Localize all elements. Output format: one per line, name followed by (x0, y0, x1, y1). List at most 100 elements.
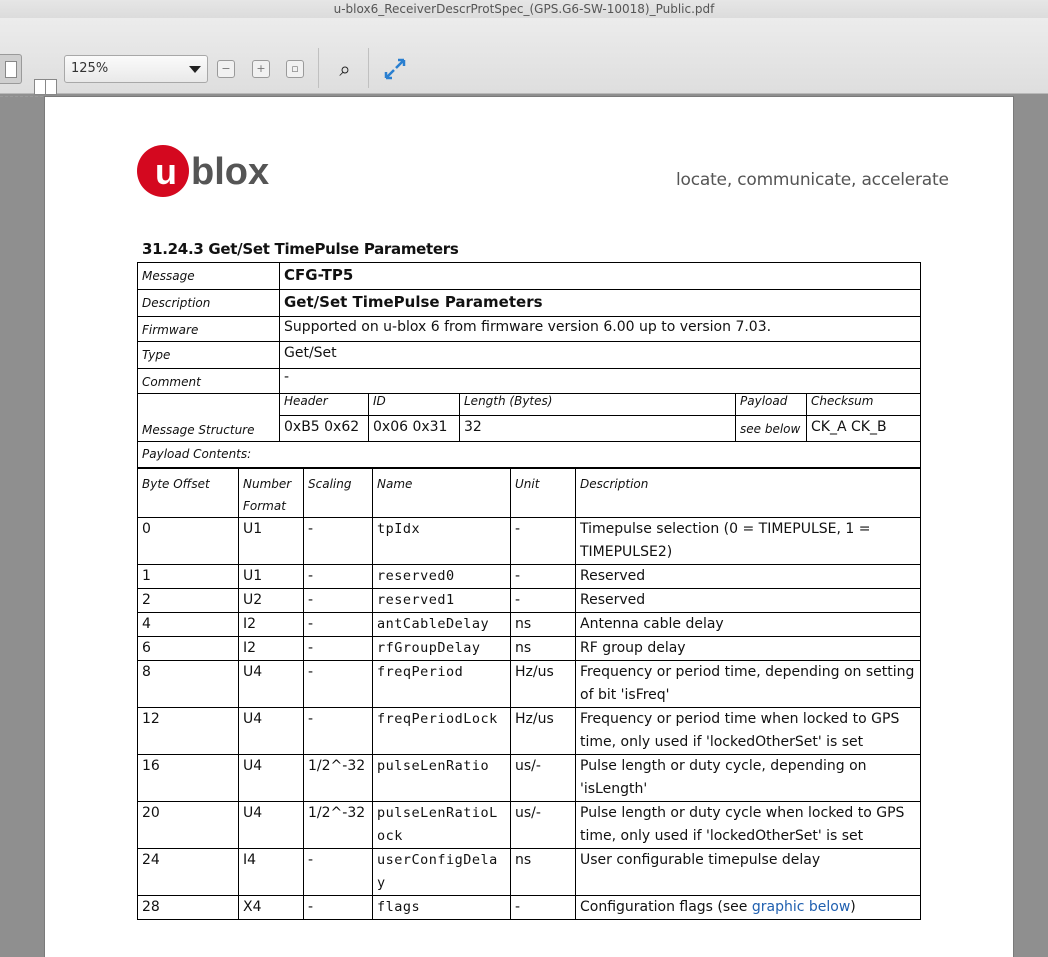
cell-description: Antenna cable delay (575, 612, 921, 637)
col-name: Name (372, 468, 511, 518)
zoom-value: 125% (71, 61, 109, 76)
tagline: locate, communicate, accelerate (676, 170, 949, 190)
page-right-icon (45, 79, 57, 95)
cell-number-format: U4 (238, 660, 304, 708)
cell-number-format: I2 (238, 612, 304, 637)
cell-name: pulseLenRatio (372, 754, 511, 802)
table-row: 0 U1- tpIdx - Timepulse selection (0 = TIMEP… (137, 517, 921, 565)
cell-name: antCableDelay (372, 612, 511, 637)
cell-unit: - (510, 517, 576, 565)
cell-scaling: - (303, 564, 373, 589)
zoom-select[interactable]: 125% (64, 55, 208, 83)
cell-byte-offset: 28 (137, 895, 239, 920)
cell-scaling: - (303, 588, 373, 613)
expand-icon (384, 58, 406, 80)
sidebar-toggle-button[interactable] (0, 54, 22, 84)
table-row: 6 I2- rfGroupDelay ns RF group delay (137, 636, 921, 661)
table-row: 4 I2- antCableDelay ns Antenna cable delay (137, 612, 921, 637)
cell-unit: - (510, 564, 576, 589)
cell-unit: - (510, 588, 576, 613)
cell-description: Pulse length or duty cycle, depending on… (575, 754, 921, 802)
cell-byte-offset: 0 (137, 517, 239, 565)
length-label: Length (Bytes) (459, 393, 736, 416)
checksum-value: CK_A CK_B (806, 415, 921, 442)
type-value: Get/Set (279, 341, 921, 369)
cell-number-format: I2 (238, 636, 304, 661)
cell-description: Reserved (575, 564, 921, 589)
chevron-down-icon (189, 66, 201, 73)
section-title: 31.24.3 Get/Set TimePulse Parameters (142, 240, 459, 258)
cell-description: Frequency or period time, depending on s… (575, 660, 921, 708)
cell-scaling: 1/2^-32 (303, 801, 373, 849)
cell-byte-offset: 12 (137, 707, 239, 755)
cell-number-format: U4 (238, 707, 304, 755)
cell-number-format: U2 (238, 588, 304, 613)
cell-unit: ns (510, 612, 576, 637)
cell-description: Timepulse selection (0 = TIMEPULSE, 1 = … (575, 517, 921, 565)
cell-byte-offset: 16 (137, 754, 239, 802)
col-byte-offset: Byte Offset (137, 468, 239, 518)
cell-description: Configuration flags (see graphic below) (575, 895, 921, 920)
cell-unit: Hz/us (510, 707, 576, 755)
table-row: 8 U4- freqPeriod Hz/us Frequency or period t… (137, 660, 921, 708)
table-row: 2 U2- reserved1- Reserved (137, 588, 921, 613)
cell-scaling: - (303, 612, 373, 637)
cell-unit: us/- (510, 801, 576, 849)
type-label: Type (137, 341, 280, 369)
firmware-label: Firmware (137, 316, 280, 342)
checksum-label: Checksum (806, 393, 921, 416)
header-label: Header (279, 393, 369, 416)
cell-scaling: - (303, 848, 373, 896)
firmware-value: Supported on u-blox 6 from firmware vers… (279, 316, 921, 342)
minus-icon: − (221, 62, 231, 75)
toolbar: 125% − + ▫ ⌕ (0, 18, 1048, 95)
cell-description: Frequency or period time when locked to … (575, 707, 921, 755)
cell-name: reserved1 (372, 588, 511, 613)
comment-label: Comment (137, 368, 280, 394)
cell-description: User configurable timepulse delay (575, 848, 921, 896)
cell-byte-offset: 8 (137, 660, 239, 708)
cell-name: reserved0 (372, 564, 511, 589)
zoom-out-button[interactable]: − (217, 60, 235, 78)
col-scaling: Scaling (303, 468, 373, 518)
svg-text:u: u (155, 151, 177, 192)
two-page-view-button[interactable] (34, 79, 58, 95)
message-table: Message CFG-TP5 Description Get/Set Time… (137, 262, 921, 468)
cell-name: rfGroupDelay (372, 636, 511, 661)
single-page-icon (5, 61, 17, 78)
length-value: 32 (459, 415, 736, 442)
cell-scaling: - (303, 660, 373, 708)
cell-byte-offset: 4 (137, 612, 239, 637)
cell-description: RF group delay (575, 636, 921, 661)
message-structure-label: Message Structure (137, 393, 280, 442)
scrollbar[interactable] (1014, 94, 1048, 935)
search-button[interactable]: ⌕ (332, 55, 358, 83)
cell-byte-offset: 6 (137, 636, 239, 661)
graphic-below-link[interactable]: graphic below (752, 899, 850, 915)
cell-number-format: I4 (238, 848, 304, 896)
col-unit: Unit (510, 468, 576, 518)
cell-description: Pulse length or duty cycle when locked t… (575, 801, 921, 849)
table-row: 20 U4 1/2^-32 pulseLenRatioLock us/- Pulse le… (137, 801, 921, 849)
cell-scaling: 1/2^-32 (303, 754, 373, 802)
pdf-page: u blox locate, communicate, accelerate 3… (45, 97, 1013, 957)
zoom-reset-button[interactable]: ▫ (286, 60, 304, 78)
cell-scaling: - (303, 517, 373, 565)
cell-name: freqPeriodLock (372, 707, 511, 755)
payload-value: see below (735, 415, 807, 442)
cell-name: tpIdx (372, 517, 511, 565)
id-value: 0x06 0x31 (368, 415, 460, 442)
cell-number-format: U1 (238, 517, 304, 565)
description-value: Get/Set TimePulse Parameters (279, 289, 921, 317)
col-description: Description (575, 468, 921, 518)
fullscreen-button[interactable] (382, 56, 408, 82)
id-label: ID (368, 393, 460, 416)
cell-description: Reserved (575, 588, 921, 613)
cell-unit: us/- (510, 754, 576, 802)
col-number-format: Number Format (238, 468, 304, 518)
cell-scaling: - (303, 707, 373, 755)
message-value: CFG-TP5 (279, 262, 921, 290)
cell-name: freqPeriod (372, 660, 511, 708)
ublox-logo: u blox (137, 145, 269, 197)
zoom-in-button[interactable]: + (252, 60, 270, 78)
